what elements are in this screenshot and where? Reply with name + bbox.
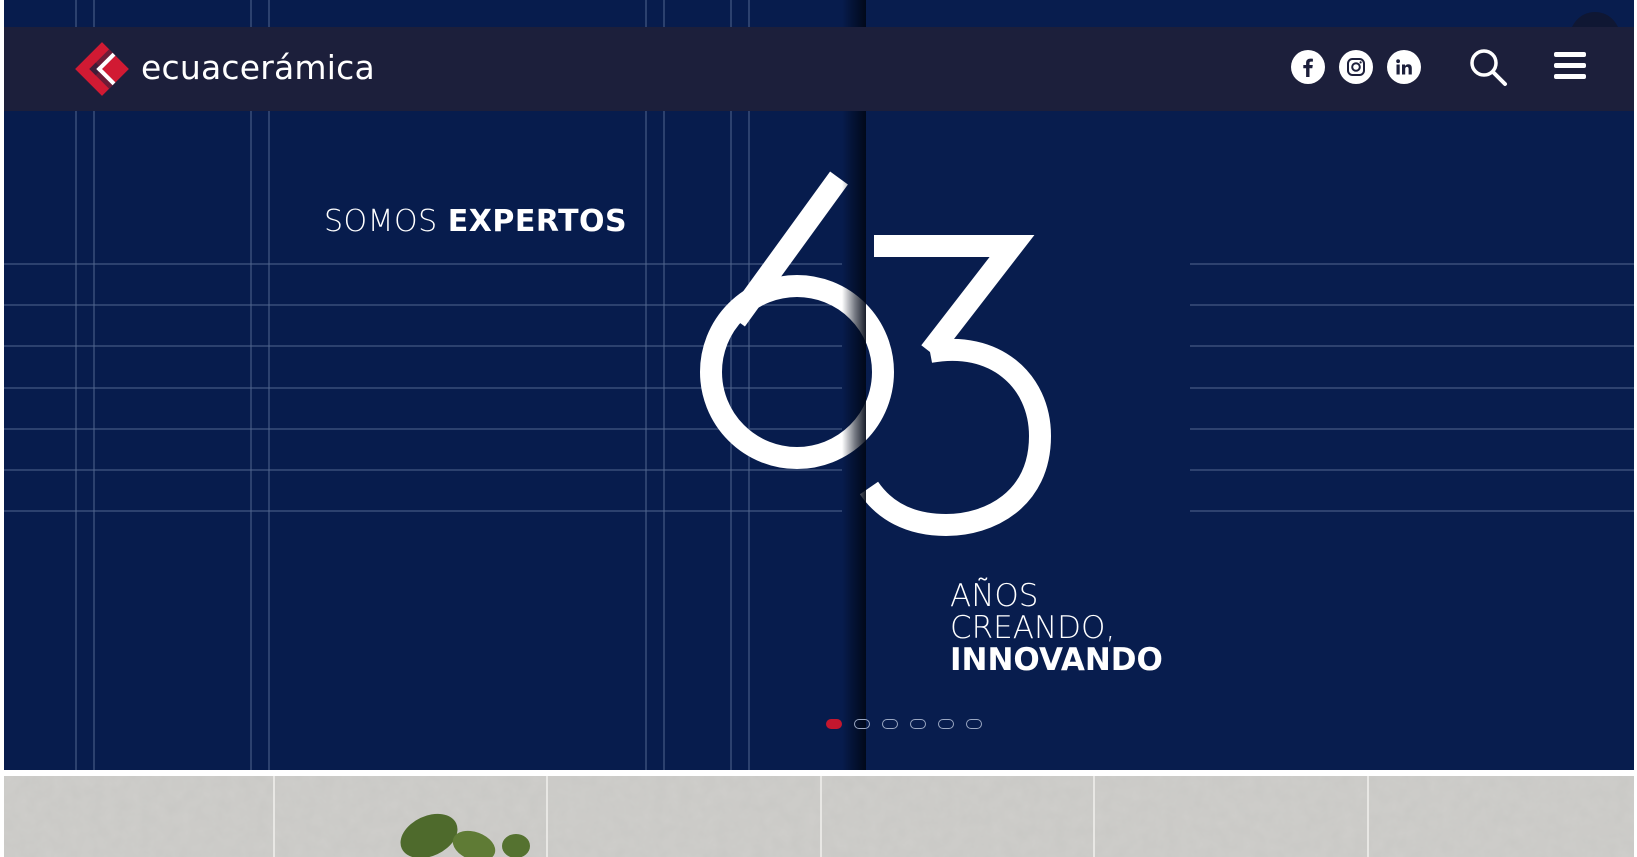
- slider-pagination: [826, 719, 982, 729]
- hero-tagline: AÑOS CREANDO, INNOVANDO: [950, 580, 1163, 676]
- hero-slider: SOMOS EXPERTOS 63 AÑOS CREANDO, INNOVAND…: [4, 0, 1634, 770]
- hero-heading-light: SOMOS: [324, 204, 448, 239]
- linkedin-button[interactable]: [1387, 50, 1421, 84]
- slider-dot-6[interactable]: [966, 719, 982, 729]
- marble-tile-banner: [4, 776, 1634, 857]
- slider-dot-2[interactable]: [854, 719, 870, 729]
- hero-heading: SOMOS EXPERTOS: [324, 204, 627, 239]
- hamburger-menu-icon[interactable]: [1554, 52, 1586, 82]
- linkedin-icon: [1396, 59, 1412, 75]
- tagline-line-1: AÑOS: [950, 578, 1039, 614]
- facebook-button[interactable]: [1291, 50, 1325, 84]
- slider-dot-5[interactable]: [938, 719, 954, 729]
- slider-dot-4[interactable]: [910, 719, 926, 729]
- instagram-button[interactable]: [1339, 50, 1373, 84]
- menu-bar-2: [1554, 63, 1586, 68]
- menu-bar-3: [1554, 74, 1586, 79]
- slider-dot-3[interactable]: [882, 719, 898, 729]
- menu-bar-1: [1554, 52, 1586, 57]
- fold-shadow: [842, 0, 866, 770]
- instagram-icon: [1347, 58, 1365, 76]
- brand-name[interactable]: ecuacerámica: [141, 48, 375, 87]
- tagline-line-2: CREANDO,: [950, 610, 1116, 646]
- years-number: 63: [700, 171, 1052, 537]
- site-header: ecuacerámica: [4, 27, 1634, 111]
- logo-icon[interactable]: [74, 41, 130, 97]
- page: SOMOS EXPERTOS 63 AÑOS CREANDO, INNOVAND…: [4, 0, 1634, 857]
- search-icon[interactable]: [1468, 47, 1508, 87]
- slider-dot-1[interactable]: [826, 719, 842, 729]
- marble-texture: [4, 776, 1634, 857]
- hero-heading-bold: EXPERTOS: [447, 204, 628, 239]
- tagline-line-3: INNOVANDO: [950, 642, 1163, 678]
- facebook-icon: [1303, 58, 1313, 77]
